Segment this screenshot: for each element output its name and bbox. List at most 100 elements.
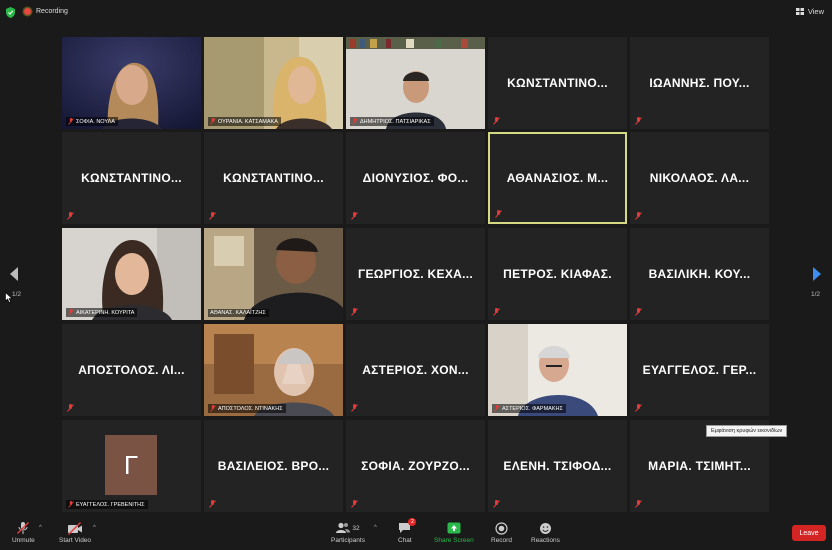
- participant-tile[interactable]: ΓΕΩΡΓΙΟΣ. ΚΕΧΑ...: [346, 228, 485, 320]
- reactions-label: Reactions: [531, 537, 560, 544]
- next-page-arrow-icon[interactable]: [812, 266, 822, 282]
- muted-mic-icon: [67, 404, 74, 412]
- participants-options-caret-icon[interactable]: ^: [374, 525, 377, 531]
- participant-name: ΔΙΟΝΥΣΙΟΣ. ΦΟ...: [362, 171, 469, 185]
- participant-tile[interactable]: ΟΥΡΑΝΙΑ. ΚΑΤΣΑΜΑΚΑ: [204, 37, 343, 129]
- share-screen-label: Share Screen: [434, 537, 474, 544]
- muted-mic-icon: [635, 404, 642, 412]
- muted-mic-icon: [635, 117, 642, 125]
- muted-mic-icon: [351, 500, 358, 508]
- muted-mic-icon: [493, 308, 500, 316]
- participant-tile[interactable]: ΚΩΝΣΤΑΝΤΙΝΟ...: [488, 37, 627, 129]
- participant-name: ΑΠΟΣΤΟΛΟΣ. ΛΙ...: [78, 363, 185, 377]
- participant-name: ΕΛΕΝΗ. ΤΣΙΦΟΔ...: [503, 459, 612, 473]
- record-button[interactable]: Record: [491, 519, 512, 544]
- participant-tile[interactable]: ΑΙΚΑΤΕΡΙΝΗ. ΚΟΥΡΙΤΑ: [62, 228, 201, 320]
- video-options-caret-icon[interactable]: ^: [93, 525, 96, 531]
- participant-name-label: ΑΙΚΑΤΕΡΙΝΗ. ΚΟΥΡΙΤΑ: [66, 308, 138, 317]
- participant-name: ΝΙΚΟΛΑΟΣ. ΛΑ...: [649, 171, 750, 185]
- record-label: Record: [491, 537, 512, 544]
- participant-tile[interactable]: ΒΑΣΙΛΕΙΟΣ. ΒΡΟ...: [204, 420, 343, 512]
- participant-tile[interactable]: ΒΑΣΙΛΙΚΗ. ΚΟΥ...: [630, 228, 769, 320]
- participant-name: ΓΕΩΡΓΙΟΣ. ΚΕΧΑ...: [357, 267, 474, 281]
- share-screen-icon: [447, 522, 461, 534]
- audio-options-caret-icon[interactable]: ^: [39, 525, 42, 531]
- participant-name-label: ΣΟΦΙΑ. ΝΟΥΛΑ: [66, 117, 118, 126]
- participant-name: ΚΩΝΣΤΑΝΤΙΝΟ...: [81, 171, 182, 185]
- share-screen-button[interactable]: Share Screen: [434, 519, 474, 544]
- participant-tile[interactable]: ΚΩΝΣΤΑΝΤΙΝΟ...: [62, 132, 201, 224]
- participants-count: 32: [352, 524, 360, 532]
- participants-button[interactable]: 32 Participants: [331, 519, 365, 544]
- leave-button[interactable]: Leave: [792, 525, 826, 541]
- muted-mic-icon: [68, 118, 74, 125]
- participant-name-label: ΔΗΜΗΤΡΙΟΣ. ΠΑΤΣΙΑΡΙΚΑΣ: [350, 117, 434, 126]
- page-indicator-right: 1/2: [811, 291, 821, 298]
- participant-name: ΕΥΑΓΓΕΛΟΣ. ΓΕΡ...: [642, 363, 757, 377]
- active-speaker-tile[interactable]: ΑΘΑΝΑΣΙΟΣ. Μ...: [488, 132, 627, 224]
- participant-tile[interactable]: ΕΥΑΓΓΕΛΟΣ. ΓΕΡ...: [630, 324, 769, 416]
- participant-name: ΣΟΦΙΑ. ΖΟΥΡΖΟ...: [361, 459, 470, 473]
- participant-name: ΙΩΑΝΝΗΣ. ΠΟΥ...: [649, 76, 750, 90]
- start-video-label: Start Video: [59, 537, 92, 544]
- participant-tile[interactable]: ΣΟΦΙΑ. ΝΟΥΛΑ: [62, 37, 201, 129]
- participant-video: [488, 324, 627, 416]
- muted-mic-icon: [351, 212, 358, 220]
- participant-tile[interactable]: ΙΩΑΝΝΗΣ. ΠΟΥ...: [630, 37, 769, 129]
- participant-name: ΚΩΝΣΤΑΝΤΙΝΟ...: [223, 171, 324, 185]
- participant-name: ΒΑΣΙΛΙΚΗ. ΚΟΥ...: [648, 267, 751, 281]
- mouse-cursor-icon: [5, 292, 13, 303]
- participant-video: [204, 324, 343, 416]
- shield-icon[interactable]: [6, 7, 15, 18]
- previous-page-arrow-icon[interactable]: [9, 266, 19, 282]
- participant-tile[interactable]: ΑΠΟΣΤΟΛΟΣ. ΛΙ...: [62, 324, 201, 416]
- muted-mic-icon: [210, 118, 216, 125]
- participant-tile[interactable]: ΑΘΑΝΑΣ. ΚΑΛΑΪΤΖΗΣ: [204, 228, 343, 320]
- unmute-button[interactable]: Unmute: [12, 519, 35, 544]
- gallery-grid: ΣΟΦΙΑ. ΝΟΥΛΑ ΟΥΡΑΝΙΑ. ΚΑΤΣΑΜΑΚΑ ΔΗΜΗΤΡΙΟ…: [62, 37, 770, 513]
- start-video-button[interactable]: Start Video: [59, 519, 91, 544]
- participant-tile[interactable]: ΔΙΟΝΥΣΙΟΣ. ΦΟ...: [346, 132, 485, 224]
- participant-tile[interactable]: ΝΙΚΟΛΑΟΣ. ΛΑ...: [630, 132, 769, 224]
- muted-mic-icon: [210, 405, 216, 412]
- muted-mic-icon: [635, 212, 642, 220]
- participant-tile[interactable]: ΕΛΕΝΗ. ΤΣΙΦΟΔ...: [488, 420, 627, 512]
- participant-name-label: ΑΠΟΣΤΟΛΟΣ. ΝΤΙΝΑΚΗΣ: [208, 404, 286, 413]
- participant-tile[interactable]: ΚΩΝΣΤΑΝΤΙΝΟ...: [204, 132, 343, 224]
- participant-tile[interactable]: ΠΕΤΡΟΣ. ΚΙΑΦΑΣ.: [488, 228, 627, 320]
- chat-button[interactable]: 2 Chat: [398, 518, 417, 544]
- muted-mic-icon: [635, 308, 642, 316]
- unmute-label: Unmute: [12, 537, 35, 544]
- participant-name: ΜΑΡΙΑ. ΤΣΙΜΗΤ...: [648, 459, 751, 473]
- participants-label: Participants: [331, 537, 365, 544]
- muted-mic-icon: [352, 118, 358, 125]
- muted-mic-icon: [209, 500, 216, 508]
- muted-mic-icon: [493, 117, 500, 125]
- participant-tile[interactable]: Γ ΕΥΑΓΓΕΛΟΣ. ΓΡΕΒΕΝΙΤΗΣ: [62, 420, 201, 512]
- recording-indicator[interactable]: Recording: [24, 8, 68, 15]
- participant-video: [204, 228, 343, 320]
- chat-badge: 2: [408, 518, 417, 526]
- participant-video: [62, 228, 201, 320]
- participant-tile[interactable]: ΑΠΟΣΤΟΛΟΣ. ΝΤΙΝΑΚΗΣ: [204, 324, 343, 416]
- record-icon: [495, 521, 508, 535]
- muted-mic-icon: [67, 212, 74, 220]
- participant-video: [346, 37, 485, 129]
- participant-name-label: ΑΣΤΕΡΙΟΣ. ΦΑΡΜΑΚΗΣ: [492, 404, 566, 413]
- meeting-toolbar: Unmute ^ Start Video ^ 32 Participants ^…: [0, 516, 832, 550]
- muted-microphone-icon: [17, 522, 30, 534]
- reactions-button[interactable]: Reactions: [531, 519, 560, 544]
- view-button[interactable]: View: [795, 7, 824, 16]
- video-off-icon: [68, 521, 83, 535]
- recording-dot-icon: [24, 8, 31, 15]
- participant-tile[interactable]: ΑΣΤΕΡΙΟΣ. ΦΑΡΜΑΚΗΣ: [488, 324, 627, 416]
- participant-tile[interactable]: ΔΗΜΗΤΡΙΟΣ. ΠΑΤΣΙΑΡΙΚΑΣ: [346, 37, 485, 129]
- participant-tile[interactable]: ΑΣΤΕΡΙΟΣ. ΧΟΝ...: [346, 324, 485, 416]
- participant-name: ΒΑΣΙΛΕΙΟΣ. ΒΡΟ...: [217, 459, 330, 473]
- participants-icon: [336, 522, 351, 533]
- participant-name: ΠΕΤΡΟΣ. ΚΙΑΦΑΣ.: [503, 267, 612, 281]
- muted-mic-icon: [351, 404, 358, 412]
- view-label: View: [807, 7, 824, 16]
- participant-tile[interactable]: ΣΟΦΙΑ. ΖΟΥΡΖΟ...: [346, 420, 485, 512]
- participant-video: [62, 37, 201, 129]
